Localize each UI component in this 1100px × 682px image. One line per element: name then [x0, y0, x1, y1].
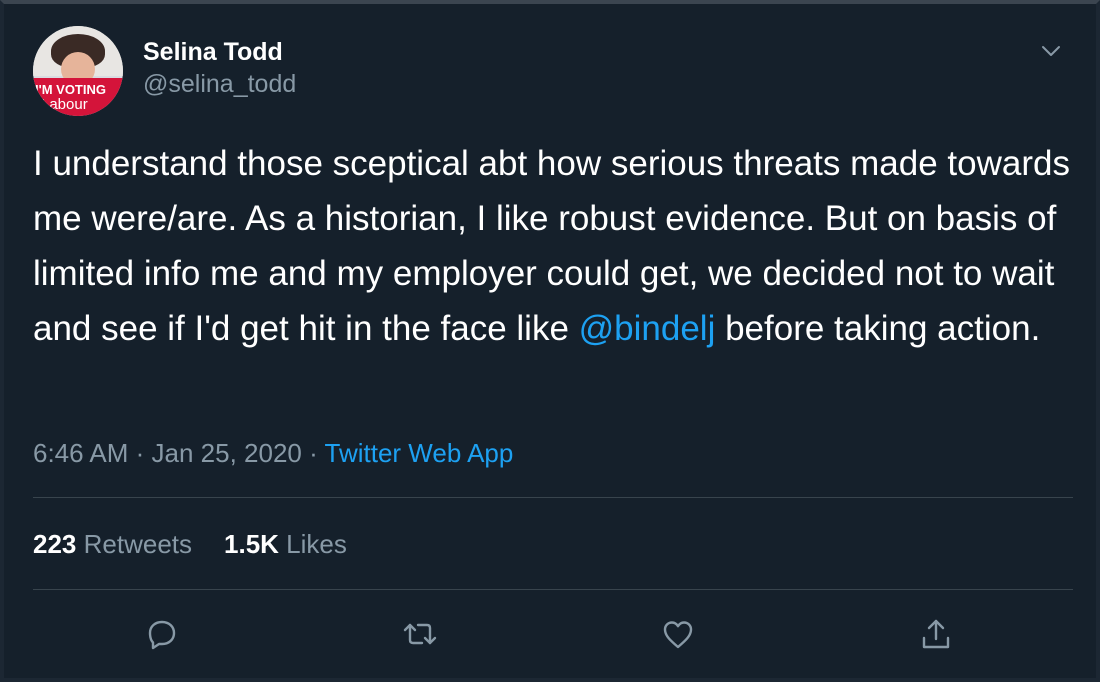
- tweet-header: I'M VOTING Labour Selina Todd @selina_to…: [33, 26, 296, 116]
- avatar-sign-text-2: Labour: [41, 96, 88, 113]
- divider: [33, 589, 1073, 590]
- tweet-stats: 223 Retweets 1.5K Likes: [33, 528, 347, 560]
- likes-label: Likes: [286, 529, 347, 559]
- like-button[interactable]: [658, 614, 698, 654]
- author-display-name[interactable]: Selina Todd: [143, 37, 296, 67]
- share-button[interactable]: [916, 614, 956, 654]
- retweet-button[interactable]: [400, 614, 440, 654]
- retweets-stat[interactable]: 223 Retweets: [33, 529, 192, 559]
- likes-count: 1.5K: [224, 529, 279, 559]
- mention-link[interactable]: @bindelj: [579, 309, 716, 348]
- tweet-meta: 6:46 AM · Jan 25, 2020 · Twitter Web App: [33, 437, 513, 469]
- chevron-down-icon[interactable]: [1040, 40, 1062, 62]
- divider: [33, 497, 1073, 498]
- tweet-text: I understand those sceptical abt how ser…: [33, 136, 1073, 356]
- tweet-time[interactable]: 6:46 AM: [33, 438, 128, 468]
- tweet-source-link[interactable]: Twitter Web App: [325, 438, 514, 468]
- author-names: Selina Todd @selina_todd: [143, 37, 296, 101]
- retweet-icon: [403, 623, 437, 645]
- retweets-count: 223: [33, 529, 77, 559]
- reply-icon: [148, 620, 176, 650]
- share-icon: [922, 619, 950, 649]
- meta-separator: ·: [301, 438, 325, 468]
- avatar-sign-text: I'M VOTING: [35, 82, 106, 97]
- avatar[interactable]: I'M VOTING Labour: [33, 26, 123, 116]
- tweet-date[interactable]: Jan 25, 2020: [152, 438, 302, 468]
- heart-icon: [663, 621, 693, 649]
- meta-separator: ·: [128, 438, 152, 468]
- author-handle[interactable]: @selina_todd: [143, 67, 296, 101]
- action-bar: [0, 614, 1100, 654]
- tweet-text-part-2: before taking action.: [715, 309, 1041, 348]
- reply-button[interactable]: [142, 614, 182, 654]
- likes-stat[interactable]: 1.5K Likes: [224, 529, 347, 559]
- retweets-label: Retweets: [83, 529, 193, 559]
